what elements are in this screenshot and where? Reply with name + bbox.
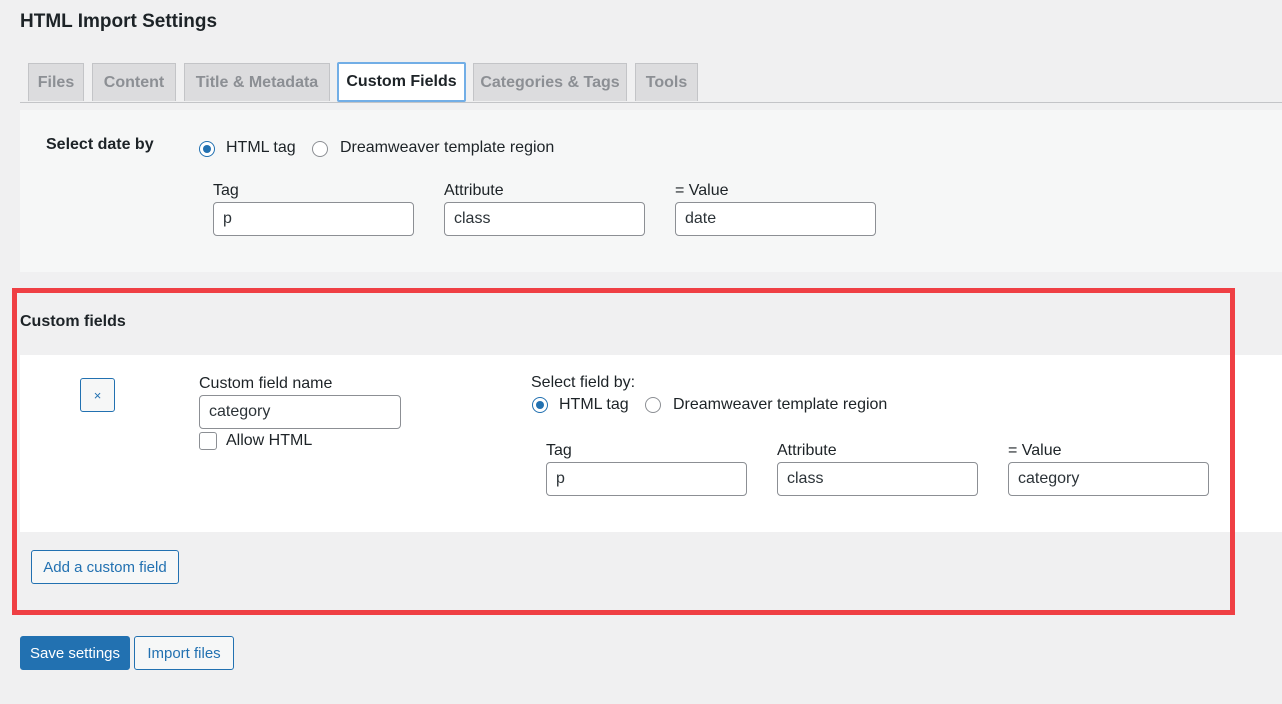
tab-categories-tags[interactable]: Categories & Tags: [473, 63, 627, 101]
import-files-button[interactable]: Import files: [134, 636, 234, 670]
date-dreamweaver-radio[interactable]: [312, 141, 328, 157]
tab-tools[interactable]: Tools: [635, 63, 698, 101]
select-date-label: Select date by: [46, 136, 154, 153]
tab-content[interactable]: Content: [92, 63, 176, 101]
page-title: HTML Import Settings: [20, 11, 218, 32]
tab-title-metadata[interactable]: Title & Metadata: [184, 63, 330, 101]
tabs-divider: [20, 102, 1282, 103]
save-settings-button[interactable]: Save settings: [20, 636, 130, 670]
highlight-box: [12, 288, 1235, 615]
tab-files[interactable]: Files: [28, 63, 84, 101]
date-tag-input[interactable]: p: [213, 202, 414, 236]
date-attribute-input[interactable]: class: [444, 202, 645, 236]
date-value-label: = Value: [675, 182, 729, 199]
date-attribute-label: Attribute: [444, 182, 504, 199]
date-html-tag-label: HTML tag: [226, 139, 296, 156]
date-tag-label: Tag: [213, 182, 239, 199]
date-dreamweaver-label: Dreamweaver template region: [340, 139, 555, 156]
date-html-tag-radio[interactable]: [199, 141, 215, 157]
date-settings-panel: [20, 110, 1282, 272]
tab-custom-fields[interactable]: Custom Fields: [337, 62, 466, 102]
date-value-input[interactable]: date: [675, 202, 876, 236]
